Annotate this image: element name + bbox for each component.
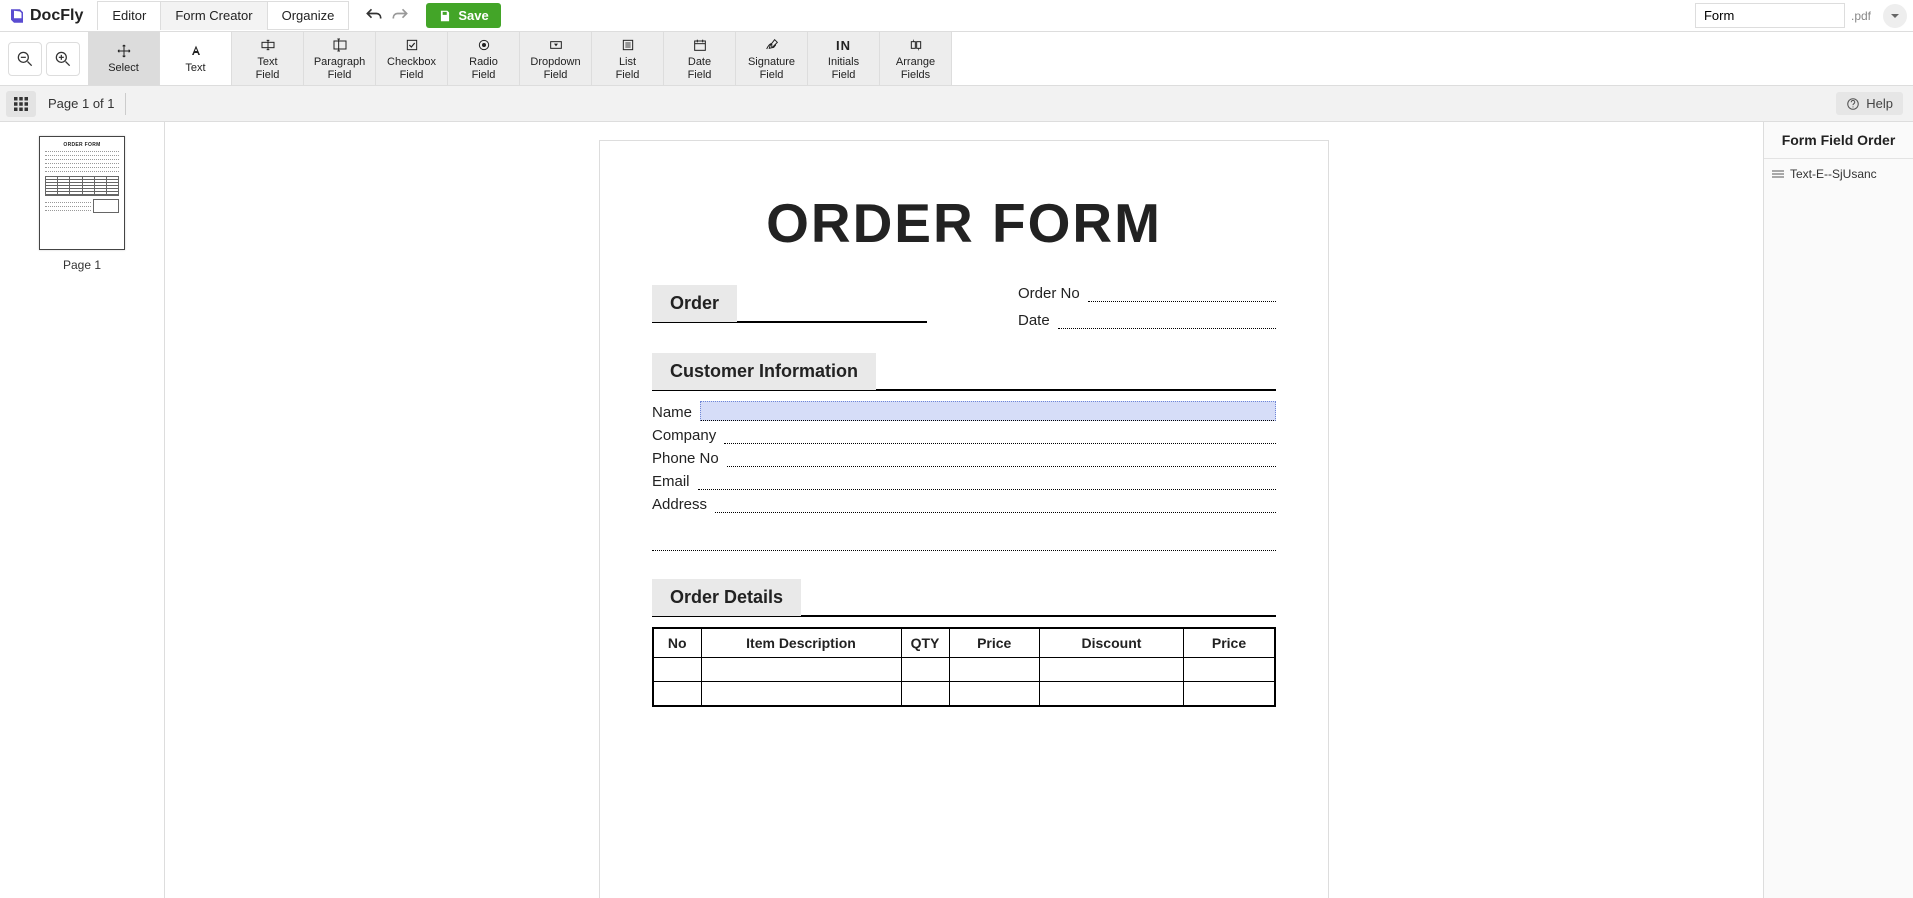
line-address-2[interactable] <box>652 535 1276 551</box>
table-row[interactable] <box>653 682 1275 706</box>
line-date[interactable] <box>1058 315 1276 329</box>
tool-text[interactable]: Text <box>160 32 232 85</box>
undo-button[interactable] <box>364 6 384 26</box>
help-button[interactable]: Help <box>1836 92 1903 115</box>
field-tools: Select Text Text Field Paragraph Field C… <box>88 32 952 85</box>
tool-checkbox-field[interactable]: Checkbox Field <box>376 32 448 85</box>
topbar-right: .pdf <box>1695 3 1907 28</box>
page-thumbnail[interactable]: ORDER FORM <box>39 136 125 250</box>
logo-text: DocFly <box>30 7 83 25</box>
label-date: Date <box>1018 312 1050 329</box>
separator <box>125 93 126 115</box>
th-price: Price <box>949 628 1039 658</box>
right-panel-title: Form Field Order <box>1764 122 1913 159</box>
order-meta: Order No Date <box>1018 285 1276 347</box>
save-icon <box>438 9 452 23</box>
more-menu-button[interactable] <box>1883 4 1907 28</box>
document-page[interactable]: ORDER FORM Order Order No Date Customer … <box>599 140 1329 898</box>
th-price2: Price <box>1184 628 1276 658</box>
thumbnail-toggle-button[interactable] <box>6 91 36 117</box>
thumbnail-panel: ORDER FORM Page 1 <box>0 122 165 898</box>
logo-icon <box>8 7 26 25</box>
field-order-item[interactable]: Text-E--SjUsanc <box>1764 159 1913 189</box>
list-icon <box>618 37 638 53</box>
radio-icon <box>474 37 494 53</box>
th-item: Item Description <box>701 628 901 658</box>
tab-editor[interactable]: Editor <box>97 1 161 30</box>
arrange-icon <box>906 37 926 53</box>
dropdown-icon <box>546 37 566 53</box>
tool-initials-field[interactable]: INInitials Field <box>808 32 880 85</box>
redo-button[interactable] <box>390 6 410 26</box>
line-email[interactable] <box>698 474 1276 490</box>
help-icon <box>1846 97 1860 111</box>
label-address: Address <box>652 496 707 513</box>
zoom-group <box>0 32 88 85</box>
canvas[interactable]: ORDER FORM Order Order No Date Customer … <box>165 122 1763 898</box>
mode-tabs: Editor Form Creator Organize <box>97 1 348 30</box>
text-icon <box>186 43 206 59</box>
tool-signature-field[interactable]: Signature Field <box>736 32 808 85</box>
th-no: No <box>653 628 701 658</box>
page-indicator: Page 1 of 1 <box>48 96 115 111</box>
grid-icon <box>14 97 28 111</box>
toolbar: Select Text Text Field Paragraph Field C… <box>0 32 1913 86</box>
save-button[interactable]: Save <box>426 3 500 28</box>
th-discount: Discount <box>1039 628 1183 658</box>
tool-dropdown-field[interactable]: Dropdown Field <box>520 32 592 85</box>
zoom-out-button[interactable] <box>8 42 42 76</box>
section-order: Order <box>652 285 737 322</box>
drag-icon <box>1772 169 1784 179</box>
th-qty: QTY <box>901 628 949 658</box>
save-label: Save <box>458 8 488 23</box>
page-strip: Page 1 of 1 Help <box>0 86 1913 122</box>
thumbnail-label: Page 1 <box>63 258 101 272</box>
zoom-in-button[interactable] <box>46 42 80 76</box>
chevron-down-icon <box>1890 11 1900 21</box>
section-order-details: Order Details <box>652 579 801 616</box>
topbar: DocFly Editor Form Creator Organize Save… <box>0 0 1913 32</box>
tool-date-field[interactable]: Date Field <box>664 32 736 85</box>
tool-text-field[interactable]: Text Field <box>232 32 304 85</box>
filename-input[interactable] <box>1695 3 1845 28</box>
paragraph-icon <box>330 37 350 53</box>
order-table: No Item Description QTY Price Discount P… <box>652 627 1276 707</box>
text-field-icon <box>258 37 278 53</box>
doc-title: ORDER FORM <box>652 191 1276 255</box>
section-customer: Customer Information <box>652 353 876 390</box>
main-area: ORDER FORM Page 1 <box>0 122 1913 898</box>
line-phone[interactable] <box>727 451 1276 467</box>
field-name-selected[interactable] <box>700 401 1276 421</box>
tool-arrange-fields[interactable]: Arrange Fields <box>880 32 952 85</box>
file-extension: .pdf <box>1851 9 1871 23</box>
calendar-icon <box>690 37 710 53</box>
tab-organize[interactable]: Organize <box>267 1 350 30</box>
label-phone: Phone No <box>652 450 719 467</box>
tool-radio-field[interactable]: Radio Field <box>448 32 520 85</box>
line-company[interactable] <box>724 428 1276 444</box>
help-label: Help <box>1866 96 1893 111</box>
tool-paragraph-field[interactable]: Paragraph Field <box>304 32 376 85</box>
history-controls <box>364 6 410 26</box>
tool-select[interactable]: Select <box>88 32 160 85</box>
label-company: Company <box>652 427 716 444</box>
field-order-item-label: Text-E--SjUsanc <box>1790 167 1877 181</box>
line-address[interactable] <box>715 497 1276 513</box>
line-order-no[interactable] <box>1088 288 1276 302</box>
form-field-order-panel: Form Field Order Text-E--SjUsanc <box>1763 122 1913 898</box>
signature-icon <box>762 37 782 53</box>
label-name: Name <box>652 404 692 421</box>
tab-form-creator[interactable]: Form Creator <box>160 1 267 30</box>
checkbox-icon <box>402 37 422 53</box>
label-email: Email <box>652 473 690 490</box>
label-order-no: Order No <box>1018 285 1080 302</box>
tool-list-field[interactable]: List Field <box>592 32 664 85</box>
logo: DocFly <box>6 7 91 25</box>
move-icon <box>114 43 134 59</box>
table-row[interactable] <box>653 658 1275 682</box>
initials-icon: IN <box>836 36 851 54</box>
